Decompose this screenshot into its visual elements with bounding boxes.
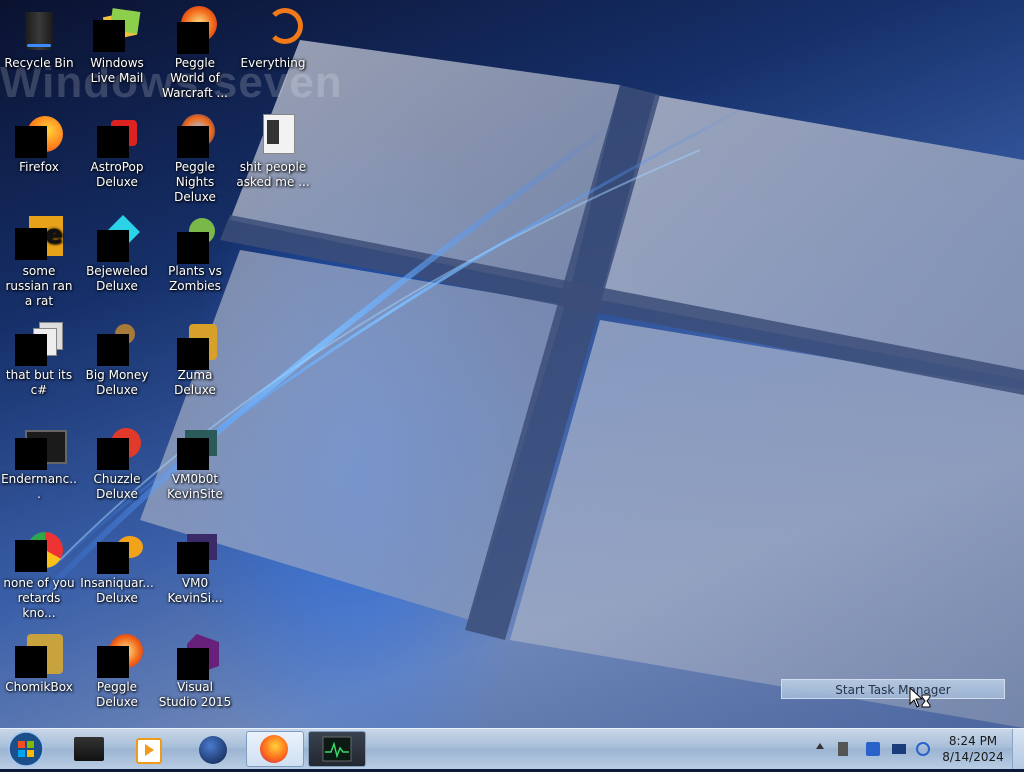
desktop-icon-bejeweled[interactable]: Bejeweled Deluxe (78, 208, 156, 308)
icon-label: VM0 KevinSi... (167, 576, 223, 605)
desktop-icon-peggle-nights[interactable]: Peggle Nights Deluxe (156, 104, 234, 204)
chuzzle-icon (93, 422, 141, 470)
battery-icon[interactable] (838, 742, 848, 756)
clock-date: 8/14/2024 (942, 750, 1004, 764)
icon-label: Peggle World of Warcraft ... (162, 56, 228, 100)
desktop-icon-insaniquarium[interactable]: Insaniquar... Deluxe (78, 520, 156, 620)
icon-label: Peggle Nights Deluxe (174, 160, 216, 204)
icon-label: that but its c# (5, 368, 73, 397)
shortcut-icon (171, 526, 219, 574)
desktop-icon-peggle-wow[interactable]: Peggle World of Warcraft ... (156, 0, 234, 100)
desktop-icon-zuma[interactable]: Zuma Deluxe (156, 312, 234, 412)
file-icon (249, 110, 297, 158)
show-desktop-button[interactable] (1012, 729, 1024, 769)
icon-label: none of you retards kno... (3, 576, 75, 620)
terminal-icon (15, 422, 67, 470)
desktop-icon-big-money[interactable]: Big Money Deluxe (78, 312, 156, 412)
start-button[interactable] (6, 730, 46, 768)
everything-icon (249, 6, 303, 54)
firefox-icon (260, 735, 288, 763)
firefox-icon (15, 110, 63, 158)
desktop-icon-astropop[interactable]: AstroPop Deluxe (78, 104, 156, 204)
desktop-icon-vm0-kevinsite[interactable]: VM0 KevinSi... (156, 520, 234, 620)
icon-label: Zuma Deluxe (174, 368, 216, 397)
desktop-icon-firefox[interactable]: Firefox (0, 104, 78, 204)
taskbar-app-task-manager[interactable] (308, 731, 366, 767)
taskbar-app-3[interactable] (184, 731, 242, 767)
desktop-icon-vm0b0t-kevinsite[interactable]: VM0b0t KevinSite (156, 416, 234, 516)
task-manager-icon (322, 736, 352, 762)
desktop-icon-some-russian-ran-a-rat[interactable]: e some russian ran a rat (0, 208, 78, 308)
peggle-icon (171, 6, 219, 54)
desktop-icon-everything[interactable]: Everything (234, 0, 312, 100)
desktop-icon-plants-vs-zombies[interactable]: Plants vs Zombies (156, 208, 234, 308)
desktop-icon-none-of-you[interactable]: none of you retards kno... (0, 520, 78, 620)
network-icon[interactable] (866, 742, 880, 756)
desktop-icon-shit-people-asked-me[interactable]: shit people asked me ... (234, 104, 312, 204)
tooltip-start-task-manager: Start Task Manager (781, 679, 1005, 699)
shortcut-icon (171, 422, 219, 470)
icon-label: Peggle Deluxe (96, 680, 138, 709)
desktop-icon-endermanch[interactable]: Endermanc... (0, 416, 78, 516)
recycle-bin-icon (15, 6, 63, 54)
visual-studio-icon (171, 630, 219, 680)
icon-label: some russian ran a rat (5, 264, 73, 308)
zuma-icon (171, 318, 219, 370)
system-clock[interactable]: 8:24 PM 8/14/2024 (930, 733, 1016, 765)
chrome-icon (15, 526, 63, 574)
desktop-icon-that-but-its-csharp[interactable]: that but its c# (0, 312, 78, 412)
icon-label: Insaniquar... Deluxe (80, 576, 154, 605)
icon-label: Plants vs Zombies (168, 264, 222, 293)
icon-label: Windows Live Mail (90, 56, 144, 85)
desktop[interactable]: Windows seven Recycle Bin Firefox e some… (0, 0, 1024, 728)
plants-vs-zombies-icon (171, 214, 219, 264)
icon-label: ChomikBox (5, 680, 73, 694)
icon-label: shit people asked me ... (236, 160, 310, 189)
icon-label: Recycle Bin (4, 56, 74, 70)
media-player-icon (136, 738, 162, 764)
bejeweled-icon (93, 214, 141, 262)
icon-label: VM0b0t KevinSite (167, 472, 223, 501)
insaniquarium-icon (93, 526, 143, 574)
big-money-icon (93, 318, 141, 366)
icon-label: Endermanc... (1, 472, 77, 501)
desktop-icon-chuzzle[interactable]: Chuzzle Deluxe (78, 416, 156, 516)
peggle-nights-icon (171, 110, 219, 158)
icon-label: Visual Studio 2015 (158, 680, 232, 709)
files-icon (15, 318, 63, 366)
black-box-icon (74, 737, 104, 761)
peggle-icon (93, 630, 143, 678)
taskbar-app-firefox[interactable] (246, 731, 304, 767)
globe-icon (199, 736, 227, 764)
desktop-icon-recycle-bin[interactable]: Recycle Bin (0, 0, 78, 100)
icon-label: Chuzzle Deluxe (93, 472, 141, 501)
taskbar-app-2[interactable] (120, 731, 178, 767)
icon-label: AstroPop Deluxe (90, 160, 144, 189)
desktop-icon-windows-live-mail[interactable]: Windows Live Mail (78, 0, 156, 100)
display-icon[interactable] (892, 744, 906, 754)
icon-label: Bejeweled Deluxe (86, 264, 148, 293)
icon-label: Big Money Deluxe (85, 368, 149, 397)
icon-label: Everything (240, 56, 306, 70)
taskbar: 8:24 PM 8/14/2024 (0, 728, 1024, 769)
volume-icon[interactable] (916, 742, 930, 756)
icon-label: Firefox (19, 160, 59, 174)
desktop-icon-chomikbox[interactable]: ChomikBox (0, 624, 78, 724)
show-hidden-icons-chevron[interactable] (816, 743, 824, 749)
desktop-icon-visual-studio-2015[interactable]: Visual Studio 2015 (156, 624, 234, 724)
windows-live-mail-icon (93, 6, 141, 54)
document-icon: e (15, 214, 63, 262)
mouse-cursor-icon (909, 687, 931, 708)
taskbar-app-1[interactable] (60, 731, 118, 767)
windows-orb-icon (8, 731, 44, 767)
chomikbox-icon (15, 630, 63, 678)
astropop-icon (93, 110, 141, 158)
desktop-icon-peggle-deluxe[interactable]: Peggle Deluxe (78, 624, 156, 724)
clock-time: 8:24 PM (948, 734, 998, 748)
